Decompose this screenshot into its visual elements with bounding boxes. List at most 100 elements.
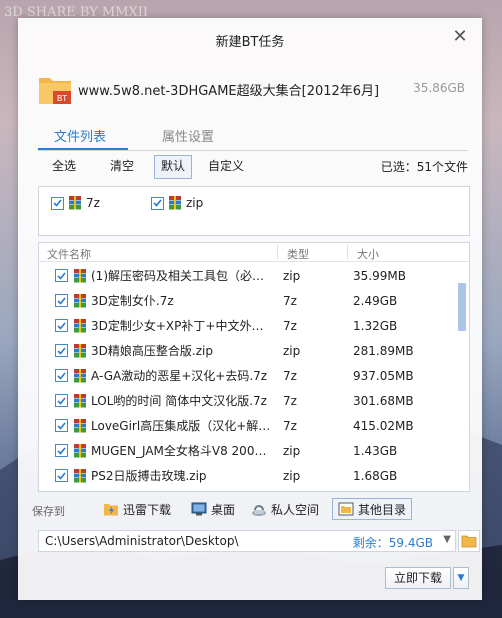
save-target-label: 桌面 <box>211 502 236 517</box>
default-button[interactable]: 默认 <box>154 155 193 179</box>
file-name: PS2日版搏击玫瑰.zip <box>91 469 207 483</box>
type-filter-zip[interactable]: zip <box>151 195 203 211</box>
file-size: 1.32GB <box>353 318 398 333</box>
file-type: 7z <box>283 368 297 383</box>
select-all-button[interactable]: 全选 <box>46 155 82 177</box>
file-type: zip <box>283 343 301 358</box>
clear-button[interactable]: 清空 <box>104 155 140 177</box>
file-size: 1.68GB <box>353 468 398 483</box>
free-space: 剩余：59.4GB <box>352 536 433 550</box>
bt-badge-text: BT <box>57 94 67 103</box>
winrar-archive-icon <box>74 418 86 432</box>
winrar-archive-icon <box>74 318 86 332</box>
tab-properties[interactable]: 属性设置 <box>162 126 214 145</box>
checkbox[interactable] <box>55 319 68 332</box>
column-divider[interactable] <box>277 245 278 259</box>
file-type: zip <box>283 268 301 283</box>
winrar-archive-icon <box>69 196 81 210</box>
dialog-title: 新建BT任务 <box>215 35 285 50</box>
file-row[interactable]: LoveGirl高压集成版（汉化+解码… 7z 415.02MB <box>39 413 457 438</box>
file-name: LOL哟的时间 简体中文汉化版.7z <box>91 394 267 408</box>
header-size[interactable]: 大小 <box>357 246 379 262</box>
file-row[interactable]: A-GA激动的恶星+汉化+去码.7z 7z 937.05MB <box>39 363 457 388</box>
header-type[interactable]: 类型 <box>287 246 309 262</box>
custom-button[interactable]: 自定义 <box>202 155 250 177</box>
file-size: 35.99MB <box>353 268 406 283</box>
winrar-archive-icon <box>74 443 86 457</box>
thunder-folder-icon <box>104 504 118 516</box>
type-label: 7z <box>86 196 100 210</box>
save-target-label: 私人空间 <box>271 502 320 517</box>
winrar-archive-icon <box>74 468 86 482</box>
file-row[interactable]: 3D精娘高压整合版.zip zip 281.89MB <box>39 338 457 363</box>
private-space-icon <box>252 505 266 516</box>
file-size: 415.02MB <box>353 418 414 433</box>
checkbox[interactable] <box>55 469 68 482</box>
file-row[interactable]: PS2日版搏击玫瑰.zip zip 1.68GB <box>39 463 457 488</box>
file-name: 3D定制少女+XP补丁+中文外挂… <box>91 319 273 333</box>
file-type: 7z <box>283 418 297 433</box>
checkbox[interactable] <box>55 344 68 357</box>
active-tab-indicator <box>38 148 128 150</box>
list-scrollbar[interactable] <box>458 283 466 331</box>
list-header: 文件名称 类型 大小 <box>39 243 469 262</box>
winrar-archive-icon <box>74 368 86 382</box>
file-size: 281.89MB <box>353 343 414 358</box>
new-bt-task-dialog: 新建BT任务 ✕ BT www.5w8.net-3DHGAME超级大集合[201… <box>18 18 482 600</box>
save-target-label: 迅雷下载 <box>123 502 172 517</box>
file-row[interactable]: 3D定制女仆.7z 7z 2.49GB <box>39 288 457 313</box>
file-type: 7z <box>283 393 297 408</box>
winrar-archive-icon <box>74 393 86 407</box>
file-name: MUGEN_JAM全女格斗V8 2009黑… <box>91 444 273 458</box>
file-size: 2.49GB <box>353 293 398 308</box>
save-path-text[interactable]: C:\Users\Administrator\Desktop\ <box>45 534 239 548</box>
save-path-field[interactable]: C:\Users\Administrator\Desktop\ 剩余：59.4G… <box>38 530 456 552</box>
titlebar[interactable]: 新建BT任务 ✕ <box>18 18 482 58</box>
bt-folder-icon: BT <box>39 78 71 104</box>
winrar-archive-icon <box>169 196 181 210</box>
save-to-desktop-button[interactable]: 桌面 <box>186 498 240 520</box>
checkbox[interactable] <box>51 196 64 210</box>
save-location-bar: 保存到 迅雷下载 桌面 私人空间 其他目录 <box>32 496 472 524</box>
checkbox[interactable] <box>55 444 68 457</box>
task-name: www.5w8.net-3DHGAME超级大集合[2012年6月] <box>78 84 380 99</box>
save-to-label: 保存到 <box>32 505 65 518</box>
download-options-dropdown[interactable]: ▼ <box>453 567 469 589</box>
file-size: 301.68MB <box>353 393 414 408</box>
winrar-archive-icon <box>74 268 86 282</box>
winrar-archive-icon <box>74 293 86 307</box>
checkbox[interactable] <box>55 369 68 382</box>
file-size: 937.05MB <box>353 368 414 383</box>
selected-count: 已选：51个文件 <box>380 160 468 174</box>
tab-bar: 文件列表 属性设置 <box>38 124 468 151</box>
header-name[interactable]: 文件名称 <box>47 246 91 262</box>
file-row[interactable]: LOL哟的时间 简体中文汉化版.7z 7z 301.68MB <box>39 388 457 413</box>
checkbox[interactable] <box>55 269 68 282</box>
browse-folder-button[interactable] <box>458 530 480 552</box>
file-type-filter: 7z zip <box>38 186 470 236</box>
file-row[interactable]: (1)解压密码及相关工具包（必下… zip 35.99MB <box>39 263 457 288</box>
close-icon[interactable]: ✕ <box>450 27 470 47</box>
type-label: zip <box>186 196 204 210</box>
file-type: 7z <box>283 318 297 333</box>
file-row[interactable]: MUGEN_JAM全女格斗V8 2009黑… zip 1.43GB <box>39 438 457 463</box>
chevron-down-icon[interactable]: ▼ <box>443 534 451 545</box>
download-now-button[interactable]: 立即下载 <box>385 567 451 589</box>
file-size: 1.43GB <box>353 443 398 458</box>
file-type: zip <box>283 468 301 483</box>
checkbox[interactable] <box>151 196 164 210</box>
file-row[interactable]: 3D定制少女+XP补丁+中文外挂… 7z 1.32GB <box>39 313 457 338</box>
column-divider[interactable] <box>347 245 348 259</box>
checkbox[interactable] <box>55 419 68 432</box>
type-filter-7z[interactable]: 7z <box>51 195 100 211</box>
filter-bar: 全选 清空 默认 自定义 已选：51个文件 <box>38 155 468 181</box>
save-to-other-folder-button[interactable]: 其他目录 <box>332 498 413 520</box>
save-to-private-space-button[interactable]: 私人空间 <box>246 498 324 520</box>
save-to-thunder-button[interactable]: 迅雷下载 <box>98 498 176 520</box>
tab-file-list[interactable]: 文件列表 <box>54 126 106 145</box>
file-name: 3D精娘高压整合版.zip <box>91 344 213 358</box>
checkbox[interactable] <box>55 294 68 307</box>
checkbox[interactable] <box>55 394 68 407</box>
save-target-label: 其他目录 <box>358 502 407 517</box>
other-folder-icon <box>338 502 354 516</box>
